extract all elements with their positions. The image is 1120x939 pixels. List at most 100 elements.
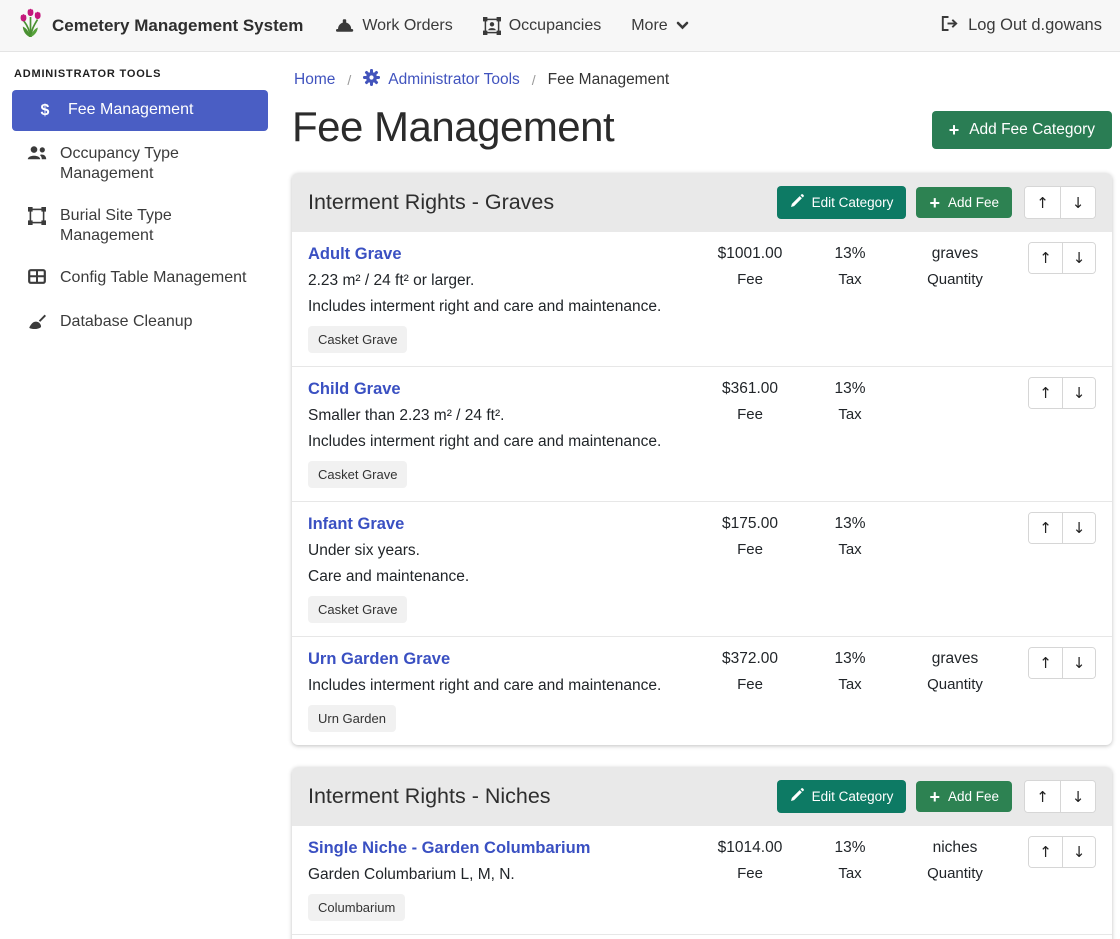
pencil-icon [790, 194, 804, 211]
fee-description: Includes interment right and care and ma… [308, 677, 692, 695]
fee-amount: $1014.00Fee [700, 836, 800, 882]
sidebar-item-burial-site-type[interactable]: Burial Site Type Management [12, 197, 268, 255]
fee-amount: $175.00 Fee [700, 512, 800, 558]
broom-icon [26, 313, 48, 337]
fee-amount-value: $372.00 [700, 650, 800, 668]
reorder-arrow-group: ↑↓ [1028, 836, 1096, 868]
fee-quantity-label: Quantity [900, 271, 1010, 288]
reorder-arrow-group: ↑↓ [1028, 377, 1096, 409]
nav-links: Work Orders Occupancies More [335, 17, 688, 35]
fee-quantity: gravesQuantity [900, 647, 1010, 693]
nav-more[interactable]: More [631, 17, 688, 35]
add-fee-button[interactable]: + Add Fee [916, 781, 1012, 812]
fee-quantity-value: graves [900, 245, 1010, 263]
admin-sidebar: ADMINISTRATOR TOOLS $ Fee Management Occ… [0, 52, 280, 939]
move-down-button[interactable]: ↓ [1062, 648, 1095, 678]
fee-amount-value: $175.00 [700, 515, 800, 533]
fee-row: Infant Grave Under six years. Care and mai… [292, 502, 1112, 637]
pencil-icon [790, 788, 804, 805]
sidebar-item-label: Fee Management [68, 100, 193, 120]
nav-occupancies[interactable]: Occupancies [483, 17, 602, 35]
sidebar-item-fee-management[interactable]: $ Fee Management [12, 90, 268, 131]
breadcrumb-home-link[interactable]: Home [294, 71, 335, 89]
move-down-button[interactable]: ↓ [1062, 243, 1095, 273]
reorder-arrow-group: ↑↓ [1028, 242, 1096, 274]
reorder-arrow-group: ↑↓ [1028, 647, 1096, 679]
fee-tax-label: Tax [800, 676, 900, 693]
fee-amount-value: $1001.00 [700, 245, 800, 263]
app-brand[interactable]: Cemetery Management System [18, 8, 303, 43]
sidebar-heading: ADMINISTRATOR TOOLS [14, 68, 268, 80]
add-fee-label: Add Fee [948, 789, 999, 804]
fee-quantity: nichesQuantity [900, 836, 1010, 882]
fee-name-link[interactable]: Adult Grave [308, 245, 402, 264]
move-up-button[interactable]: ↑ [1029, 648, 1062, 678]
fee-description: Includes interment right and care and ma… [308, 298, 692, 316]
fee-tax: 13%Tax [800, 242, 900, 288]
move-down-button[interactable]: ↓ [1062, 378, 1095, 408]
fee-tax-label: Tax [800, 406, 900, 423]
fee-categories-list: Interment Rights - GravesEdit Category+A… [292, 173, 1112, 939]
sidebar-item-database-cleanup[interactable]: Database Cleanup [12, 303, 268, 346]
main-content: Home / Administrator Tool [280, 52, 1120, 939]
fee-name-link[interactable]: Infant Grave [308, 515, 404, 534]
fee-name-link[interactable]: Urn Garden Grave [308, 650, 450, 669]
fee-name-link[interactable]: Child Grave [308, 380, 401, 399]
reorder-arrow-group: ↑↓ [1024, 780, 1096, 813]
fee-tax-label: Tax [800, 865, 900, 882]
sidebar-item-config-table[interactable]: Config Table Management [12, 259, 268, 299]
fee-tax: 13%Tax [800, 836, 900, 882]
fee-quantity [900, 512, 1010, 515]
fee-row: Child GraveSmaller than 2.23 m² / 24 ft²… [292, 367, 1112, 502]
tulip-logo-icon [18, 8, 43, 43]
move-up-button[interactable]: ↑ [1029, 243, 1062, 273]
edit-category-button[interactable]: Edit Category [777, 780, 907, 813]
people-icon [26, 145, 48, 167]
fee-amount-value: $361.00 [700, 380, 800, 398]
fee-tax: 13%Tax [800, 647, 900, 693]
fee-amount: $372.00Fee [700, 647, 800, 693]
selection-frame-icon [26, 207, 48, 231]
move-down-button[interactable]: ↓ [1062, 513, 1095, 543]
nav-occupancies-label: Occupancies [509, 17, 602, 35]
table-icon [26, 269, 48, 290]
reorder-arrow-group: ↑↓ [1024, 186, 1096, 219]
reorder-arrow-group: ↑↓ [1028, 512, 1096, 544]
fee-description: Includes interment right and care and ma… [308, 433, 692, 451]
move-down-button[interactable]: ↓ [1060, 187, 1095, 218]
move-down-button[interactable]: ↓ [1060, 781, 1095, 812]
nav-work-orders[interactable]: Work Orders [335, 17, 452, 35]
fee-amount-label: Fee [700, 541, 800, 558]
fee-details: Single Niche - Garden Columbarium Garden … [308, 836, 700, 921]
logout-button[interactable]: Log Out d.gowans [940, 15, 1102, 37]
add-fee-button[interactable]: +Add Fee [916, 187, 1012, 218]
move-up-button[interactable]: ↑ [1025, 187, 1060, 218]
fee-quantity-value: graves [900, 650, 1010, 668]
fee-type-badge: Columbarium [308, 894, 405, 921]
add-fee-label: Add Fee [948, 195, 999, 210]
fee-description: Care and maintenance. [308, 568, 692, 586]
edit-category-label: Edit Category [812, 789, 894, 804]
fee-category-header: Interment Rights - GravesEdit Category+A… [292, 173, 1112, 232]
app-title: Cemetery Management System [52, 16, 303, 36]
fee-description: Garden Columbarium L, M, N. [308, 866, 692, 884]
add-fee-category-button[interactable]: + Add Fee Category [932, 111, 1112, 149]
nav-more-label: More [631, 17, 667, 35]
move-up-button[interactable]: ↑ [1025, 781, 1060, 812]
fee-name-link[interactable]: Single Niche - Garden Columbarium [308, 839, 590, 858]
hard-hat-icon [335, 18, 354, 34]
move-up-button[interactable]: ↑ [1029, 837, 1062, 867]
sidebar-item-label: Database Cleanup [60, 312, 193, 332]
sidebar-item-label: Burial Site Type Management [60, 206, 258, 246]
move-up-button[interactable]: ↑ [1029, 378, 1062, 408]
breadcrumb-admin-link[interactable]: Administrator Tools [363, 69, 520, 91]
fee-description: Under six years. [308, 542, 692, 560]
move-down-button[interactable]: ↓ [1062, 837, 1095, 867]
edit-category-button[interactable]: Edit Category [777, 186, 907, 219]
plus-icon: + [929, 790, 940, 804]
fee-category-card: Interment Rights - NichesEdit Category+A… [292, 767, 1112, 939]
sidebar-item-occupancy-type[interactable]: Occupancy Type Management [12, 135, 268, 193]
page-title: Fee Management [292, 103, 614, 151]
breadcrumb: Home / Administrator Tool [294, 69, 1112, 91]
move-up-button[interactable]: ↑ [1029, 513, 1062, 543]
